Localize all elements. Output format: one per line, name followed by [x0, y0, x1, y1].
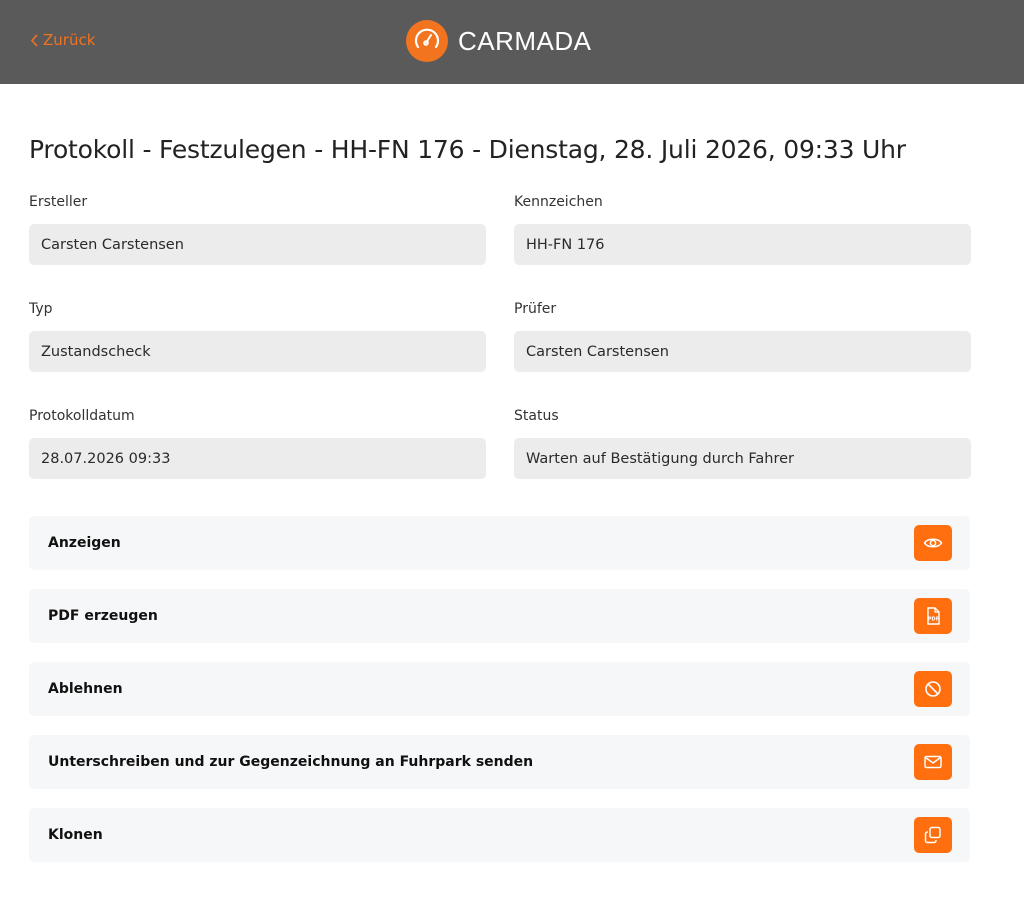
- action-label: Unterschreiben und zur Gegenzeichnung an…: [48, 754, 534, 770]
- klonen-button[interactable]: [914, 817, 952, 853]
- action-label: PDF erzeugen: [48, 608, 158, 624]
- envelope-icon: [924, 755, 942, 769]
- top-bar: Zurück CARMADA: [0, 0, 1024, 84]
- ablehnen-button[interactable]: [914, 671, 952, 707]
- pdf-file-icon: PDF: [927, 607, 940, 625]
- svg-text:PDF: PDF: [928, 617, 939, 623]
- protokolldatum-value: 28.07.2026 09:33: [41, 450, 171, 467]
- kennzeichen-field: HH-FN 176: [514, 224, 971, 265]
- action-row-unterschreiben[interactable]: Unterschreiben und zur Gegenzeichnung an…: [29, 735, 970, 789]
- status-field: Warten auf Bestätigung durch Fahrer: [514, 438, 971, 479]
- typ-label: Typ: [29, 301, 53, 317]
- anzeigen-button[interactable]: [914, 525, 952, 561]
- typ-field: Zustandscheck: [29, 331, 486, 372]
- action-row-klonen[interactable]: Klonen: [29, 808, 970, 862]
- action-row-ablehnen[interactable]: Ablehnen: [29, 662, 970, 716]
- brand: CARMADA: [406, 20, 592, 62]
- unterschreiben-button[interactable]: [914, 744, 952, 780]
- action-row-anzeigen[interactable]: Anzeigen: [29, 516, 970, 570]
- pdf-button[interactable]: PDF: [914, 598, 952, 634]
- chevron-left-icon: [30, 33, 38, 47]
- back-label: Zurück: [43, 31, 96, 49]
- kennzeichen-value: HH-FN 176: [526, 236, 605, 253]
- eye-icon: [923, 538, 943, 548]
- protokolldatum-field: 28.07.2026 09:33: [29, 438, 486, 479]
- pruefer-value: Carsten Carstensen: [526, 343, 669, 360]
- pruefer-field: Carsten Carstensen: [514, 331, 971, 372]
- status-value: Warten auf Bestätigung durch Fahrer: [526, 450, 794, 467]
- kennzeichen-label: Kennzeichen: [514, 194, 603, 210]
- copy-icon: [924, 826, 941, 844]
- page-title: Protokoll - Festzulegen - HH-FN 176 - Di…: [29, 135, 906, 164]
- status-label: Status: [514, 408, 559, 424]
- pruefer-label: Prüfer: [514, 301, 557, 317]
- ersteller-label: Ersteller: [29, 194, 88, 210]
- action-label: Klonen: [48, 827, 103, 843]
- action-label: Ablehnen: [48, 681, 123, 697]
- action-row-pdf[interactable]: PDF erzeugen PDF: [29, 589, 970, 643]
- speedometer-logo-icon: [406, 20, 448, 62]
- ersteller-value: Carsten Carstensen: [41, 236, 184, 253]
- ersteller-field: Carsten Carstensen: [29, 224, 486, 265]
- protokolldatum-label: Protokolldatum: [29, 408, 135, 424]
- brand-name: CARMADA: [458, 25, 592, 56]
- back-link[interactable]: Zurück: [30, 31, 95, 49]
- typ-value: Zustandscheck: [41, 343, 151, 360]
- action-label: Anzeigen: [48, 535, 121, 551]
- ban-icon: [925, 681, 941, 697]
